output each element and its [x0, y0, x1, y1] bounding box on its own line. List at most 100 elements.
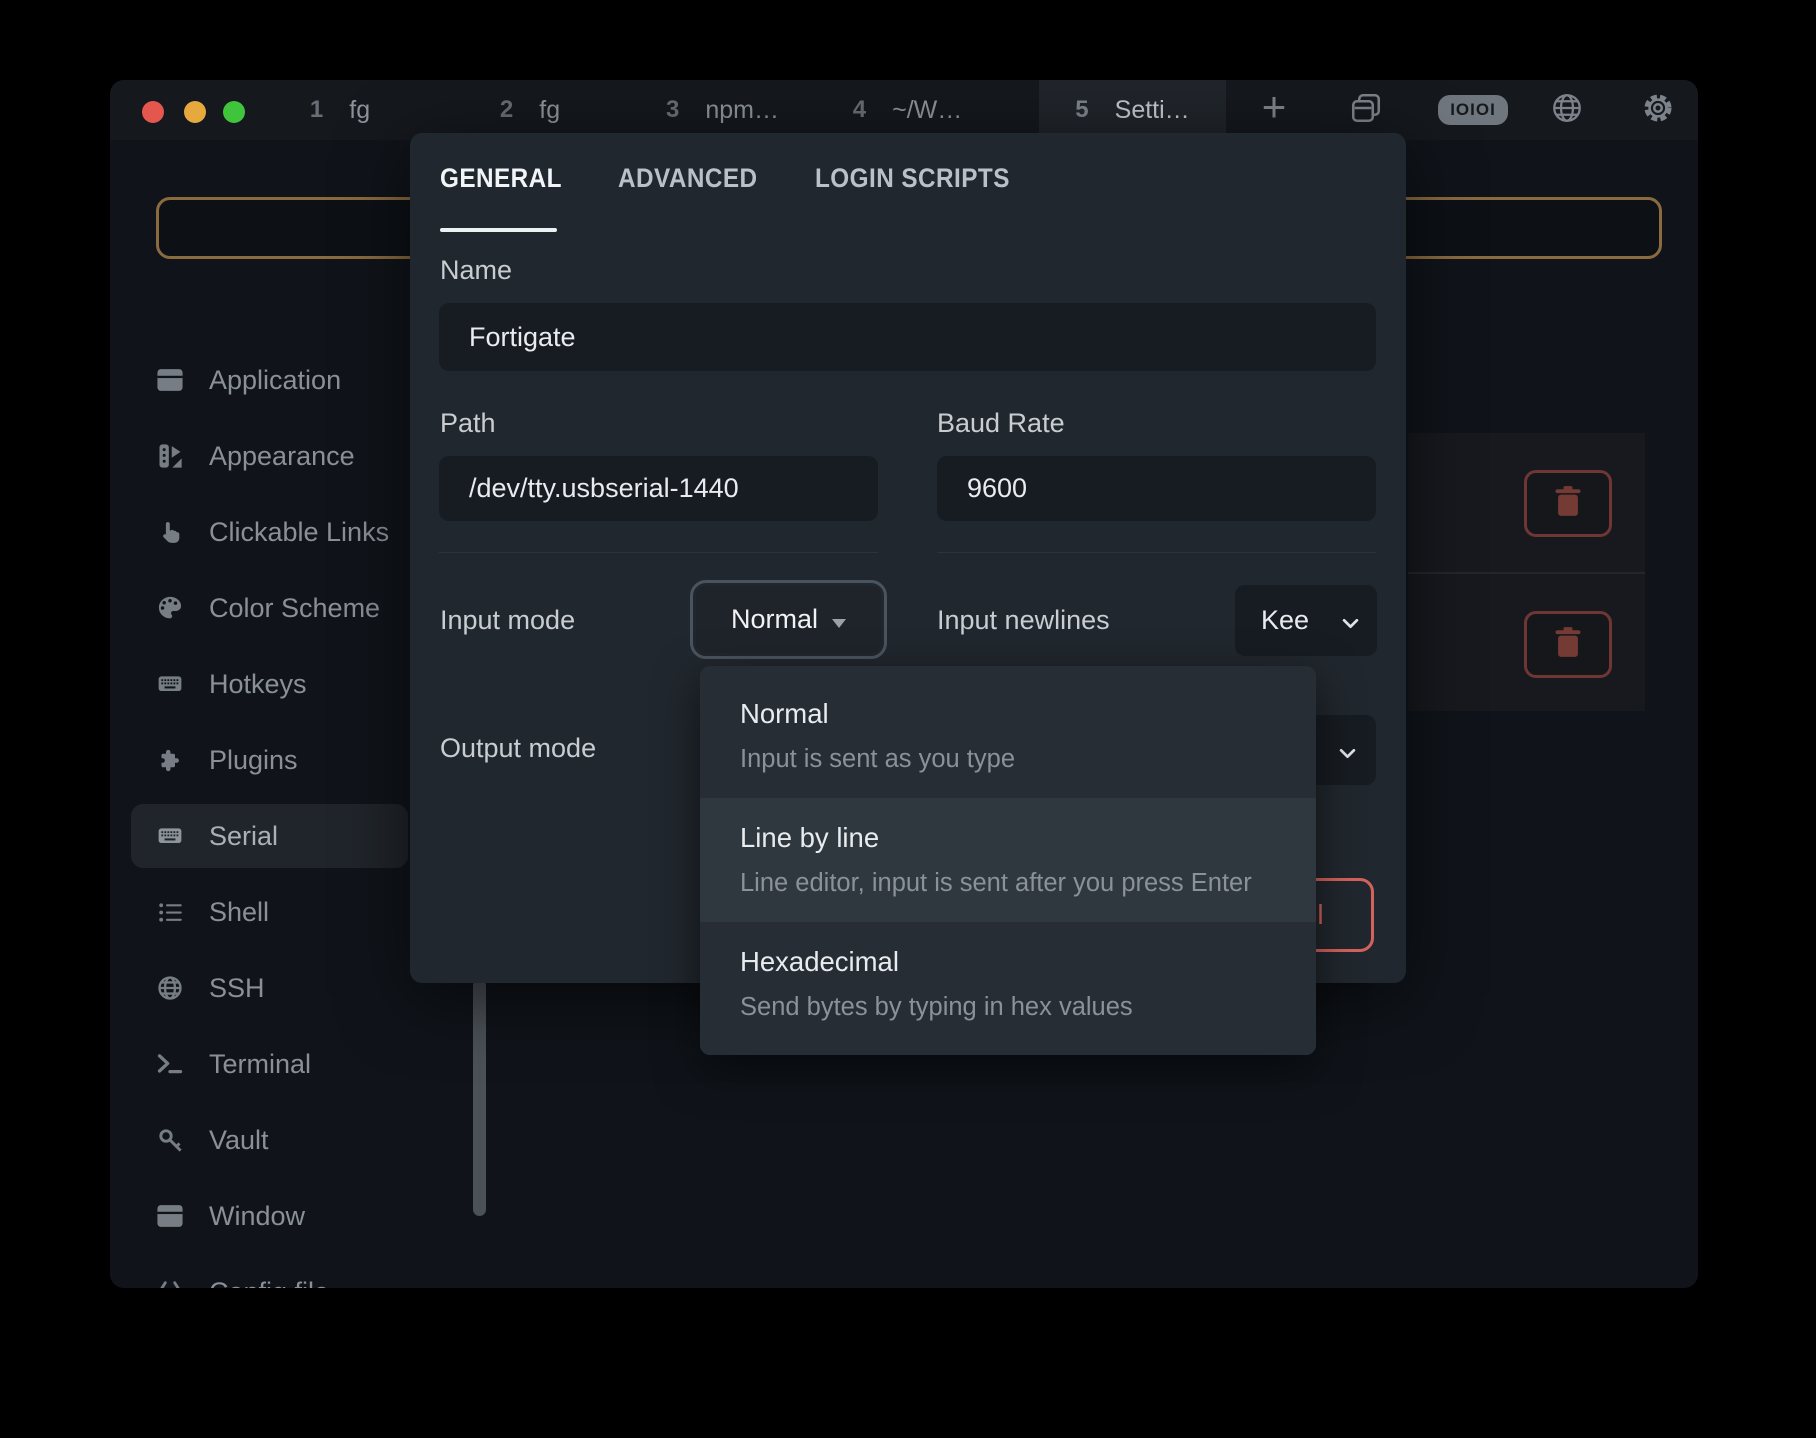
caret-down-icon — [832, 604, 846, 635]
keyboard-icon — [155, 822, 185, 850]
sidebar-item-window[interactable]: Window — [131, 1184, 408, 1248]
tab-number: 3 — [666, 96, 679, 124]
tab-general[interactable]: GENERAL — [440, 163, 562, 194]
appearance-icon — [155, 442, 185, 470]
screen: 1 fg 2 fg 3 npm… 4 ~/W… 5 Setti… + — [0, 0, 1816, 1438]
name-label: Name — [440, 255, 512, 286]
sidebar-item-label: Plugins — [209, 745, 298, 776]
zoom-traffic-light[interactable] — [223, 101, 245, 123]
trash-icon — [1551, 624, 1585, 665]
sidebar-item-config-file[interactable]: Config file — [131, 1260, 408, 1288]
tab-5-settings[interactable]: 5 Setti… — [1039, 80, 1226, 140]
gear-icon — [1640, 90, 1676, 131]
input-newlines-label: Input newlines — [937, 605, 1110, 636]
globe-icon — [1550, 91, 1584, 130]
menu-item-title: Line by line — [740, 820, 1276, 856]
input-newlines-select[interactable]: Kee — [1235, 585, 1377, 656]
tab-advanced[interactable]: ADVANCED — [618, 163, 758, 194]
sidebar-item-serial[interactable]: Serial — [131, 804, 408, 868]
chevron-down-icon — [1342, 605, 1359, 636]
delete-connection-button[interactable] — [1524, 470, 1612, 537]
sidebar-item-ssh[interactable]: SSH — [131, 956, 408, 1020]
sidebar-item-terminal[interactable]: Terminal — [131, 1032, 408, 1096]
app-window: 1 fg 2 fg 3 npm… 4 ~/W… 5 Setti… + — [110, 80, 1698, 1288]
input-mode-value: Normal — [731, 604, 818, 635]
divider — [439, 552, 878, 553]
duplicate-tab-icon — [1348, 90, 1384, 131]
sidebar-item-shell[interactable]: Shell — [131, 880, 408, 944]
tab-4[interactable]: 4 ~/W… — [815, 80, 1000, 140]
name-field[interactable]: Fortigate — [439, 303, 1376, 371]
sidebar-item-label: Window — [209, 1201, 305, 1232]
serial-badge-icon: IOIOI — [1438, 95, 1508, 125]
menu-item-description: Input is sent as you type — [740, 742, 1276, 776]
input-newlines-value: Kee — [1261, 605, 1309, 636]
path-field[interactable]: /dev/tty.usbserial-1440 — [439, 456, 878, 521]
menu-item-title: Normal — [740, 696, 1276, 732]
menu-item-description: Send bytes by typing in hex values — [740, 990, 1276, 1024]
sidebar-item-hotkeys[interactable]: Hotkeys — [131, 652, 408, 716]
split-pane-button[interactable] — [1336, 80, 1396, 140]
tab-number: 2 — [500, 96, 513, 124]
sidebar-item-clickable-links[interactable]: Clickable Links — [131, 500, 408, 564]
menu-item-normal[interactable]: Normal Input is sent as you type — [700, 674, 1316, 798]
tab-2[interactable]: 2 fg — [440, 80, 620, 140]
tab-1[interactable]: 1 fg — [250, 80, 430, 140]
sidebar-item-label: Color Scheme — [209, 593, 380, 624]
list-icon — [155, 898, 185, 926]
settings-button[interactable] — [1628, 80, 1688, 140]
minimize-traffic-light[interactable] — [184, 101, 206, 123]
connection-list — [1408, 433, 1645, 711]
sidebar-item-color-scheme[interactable]: Color Scheme — [131, 576, 408, 640]
sidebar-item-label: Terminal — [209, 1049, 311, 1080]
connection-row[interactable] — [1408, 572, 1645, 711]
keyboard-icon — [155, 670, 185, 698]
baud-rate-field[interactable]: 9600 — [937, 456, 1376, 521]
output-mode-label: Output mode — [440, 733, 596, 764]
tab-number: 4 — [853, 96, 866, 124]
tab-3[interactable]: 3 npm… — [630, 80, 815, 140]
sidebar-item-vault[interactable]: Vault — [131, 1108, 408, 1172]
tab-number: 5 — [1075, 96, 1088, 124]
delete-connection-button[interactable] — [1524, 611, 1612, 678]
baud-rate-label: Baud Rate — [937, 408, 1065, 439]
sidebar-item-appearance[interactable]: Appearance — [131, 424, 408, 488]
code-icon — [155, 1278, 185, 1288]
dialog-tab-bar: GENERAL ADVANCED LOGIN SCRIPTS — [440, 163, 1031, 194]
globe-icon — [155, 974, 185, 1002]
connection-row[interactable] — [1408, 433, 1645, 572]
sidebar-item-label: Config file — [209, 1277, 329, 1289]
tab-title: npm… — [705, 96, 779, 125]
sidebar-item-label: Hotkeys — [209, 669, 307, 700]
sidebar-item-label: Appearance — [209, 441, 355, 472]
input-mode-label: Input mode — [440, 605, 575, 636]
sidebar-item-label: Application — [209, 365, 341, 396]
sidebar-item-application[interactable]: Application — [131, 348, 408, 412]
hand-pointer-icon — [155, 518, 185, 546]
close-traffic-light[interactable] — [142, 101, 164, 123]
divider — [937, 552, 1376, 553]
serial-button[interactable]: IOIOI — [1438, 80, 1508, 140]
sidebar-item-label: Clickable Links — [209, 517, 389, 548]
menu-item-hexadecimal[interactable]: Hexadecimal Send bytes by typing in hex … — [700, 922, 1316, 1046]
input-mode-dropdown[interactable]: Normal — [690, 580, 887, 659]
tab-title: fg — [539, 96, 560, 125]
plus-icon: + — [1262, 86, 1287, 128]
application-icon — [155, 366, 185, 394]
new-tab-button[interactable]: + — [1244, 80, 1304, 140]
titlebar: 1 fg 2 fg 3 npm… 4 ~/W… 5 Setti… + — [110, 80, 1698, 140]
web-button[interactable] — [1537, 80, 1597, 140]
terminal-prompt-icon — [155, 1050, 185, 1078]
path-label: Path — [440, 408, 496, 439]
puzzle-icon — [155, 746, 185, 774]
palette-icon — [155, 594, 185, 622]
sidebar-item-plugins[interactable]: Plugins — [131, 728, 408, 792]
window-icon — [155, 1202, 185, 1230]
chevron-down-icon — [1339, 735, 1356, 766]
tab-login-scripts[interactable]: LOGIN SCRIPTS — [815, 163, 1010, 194]
active-tab-underline — [440, 228, 557, 232]
menu-item-line-by-line[interactable]: Line by line Line editor, input is sent … — [700, 798, 1316, 922]
sidebar-item-label: Vault — [209, 1125, 269, 1156]
key-icon — [155, 1126, 185, 1154]
sidebar-scrollbar[interactable] — [473, 979, 486, 1216]
